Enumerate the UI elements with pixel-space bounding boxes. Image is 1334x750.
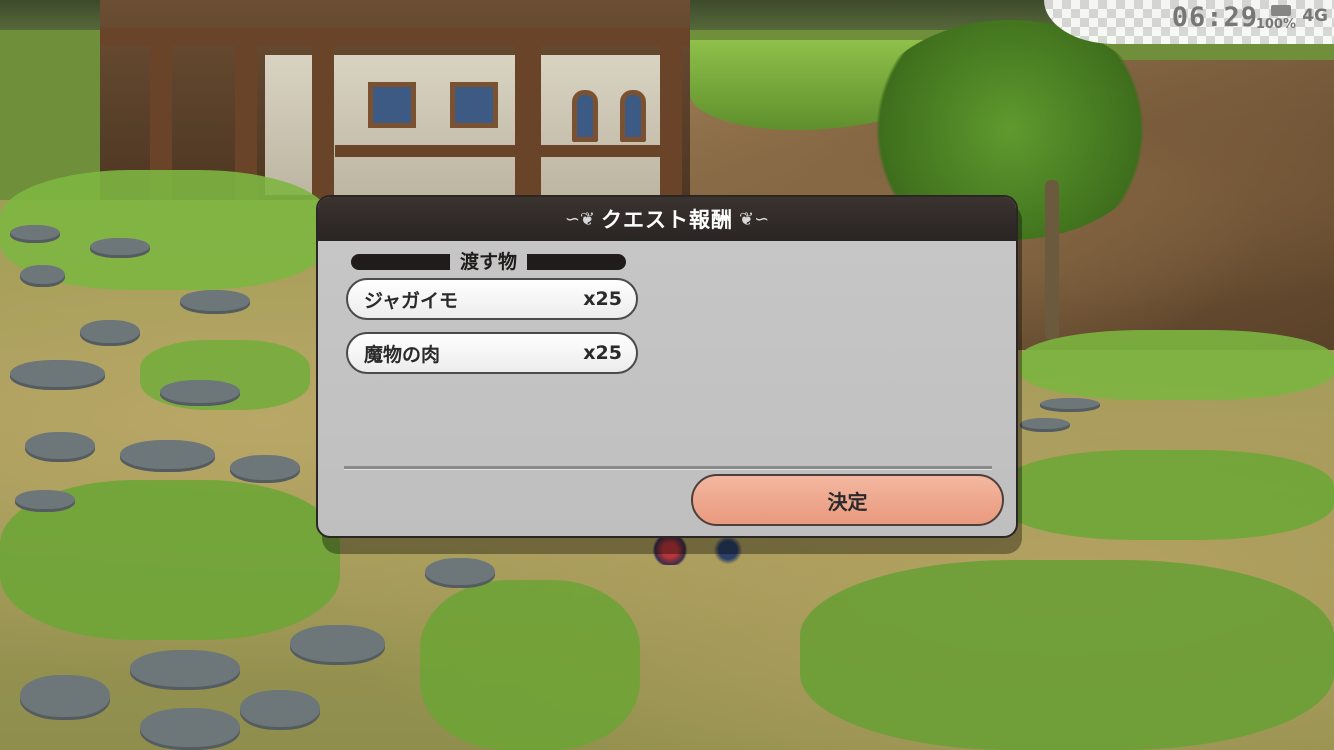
list-item[interactable]: ジャガイモ x25	[346, 278, 638, 320]
house-post	[515, 40, 541, 200]
section-label-text: 渡す物	[449, 251, 527, 273]
house-window	[572, 90, 598, 142]
house-beam	[335, 145, 665, 157]
path-stone	[240, 690, 320, 730]
dialog-header: ∽❦ クエスト報酬 ❦∽	[318, 197, 1016, 241]
section-label: 渡す物	[351, 247, 626, 274]
path-stone	[120, 440, 215, 472]
house-wall-left	[265, 55, 315, 195]
item-quantity: x25	[583, 342, 622, 364]
house-window	[620, 90, 646, 142]
status-bar: 06:29 100% 4G	[1044, 0, 1334, 44]
path-stone	[10, 225, 60, 243]
grass-patch	[1020, 330, 1334, 400]
path-stone	[25, 432, 95, 462]
path-stone	[290, 625, 385, 665]
path-stone	[130, 650, 240, 690]
path-stone	[160, 380, 240, 406]
path-stone	[180, 290, 250, 314]
divider	[344, 466, 992, 470]
network-indicator: 4G	[1302, 6, 1328, 26]
flourish-right-icon: ❦∽	[739, 208, 770, 230]
path-stone	[425, 558, 495, 588]
path-stone	[20, 675, 110, 720]
flourish-left-icon: ∽❦	[564, 208, 595, 230]
item-name: 魔物の肉	[364, 343, 441, 366]
house-window	[450, 82, 498, 128]
house-beam	[100, 28, 690, 46]
clock-text: 06:29	[1171, 2, 1258, 33]
path-stone	[15, 490, 75, 512]
item-quantity: x25	[583, 288, 622, 310]
dialog-title: クエスト報酬	[601, 208, 733, 232]
path-stone	[20, 265, 65, 287]
path-stone	[230, 455, 300, 483]
tree-trunk	[1045, 180, 1059, 340]
battery-icon	[1271, 5, 1291, 16]
path-stone	[1020, 418, 1070, 432]
path-stone	[80, 320, 140, 346]
grass-patch	[1000, 450, 1334, 540]
list-item[interactable]: 魔物の肉 x25	[346, 332, 638, 374]
grass-patch	[420, 580, 640, 750]
path-stone	[140, 708, 240, 750]
house-window	[368, 82, 416, 128]
grass-patch	[800, 560, 1334, 750]
house-post	[660, 40, 682, 200]
confirm-button[interactable]: 決定	[691, 474, 1004, 526]
item-name: ジャガイモ	[364, 289, 459, 312]
battery-percentage: 100%	[1255, 17, 1296, 32]
path-stone	[1040, 398, 1100, 412]
quest-reward-dialog: ∽❦ クエスト報酬 ❦∽ 渡す物 ジャガイモ x25 魔物の肉 x25 決定	[316, 195, 1018, 538]
path-stone	[90, 238, 150, 258]
path-stone	[10, 360, 105, 390]
house-post	[312, 40, 334, 200]
